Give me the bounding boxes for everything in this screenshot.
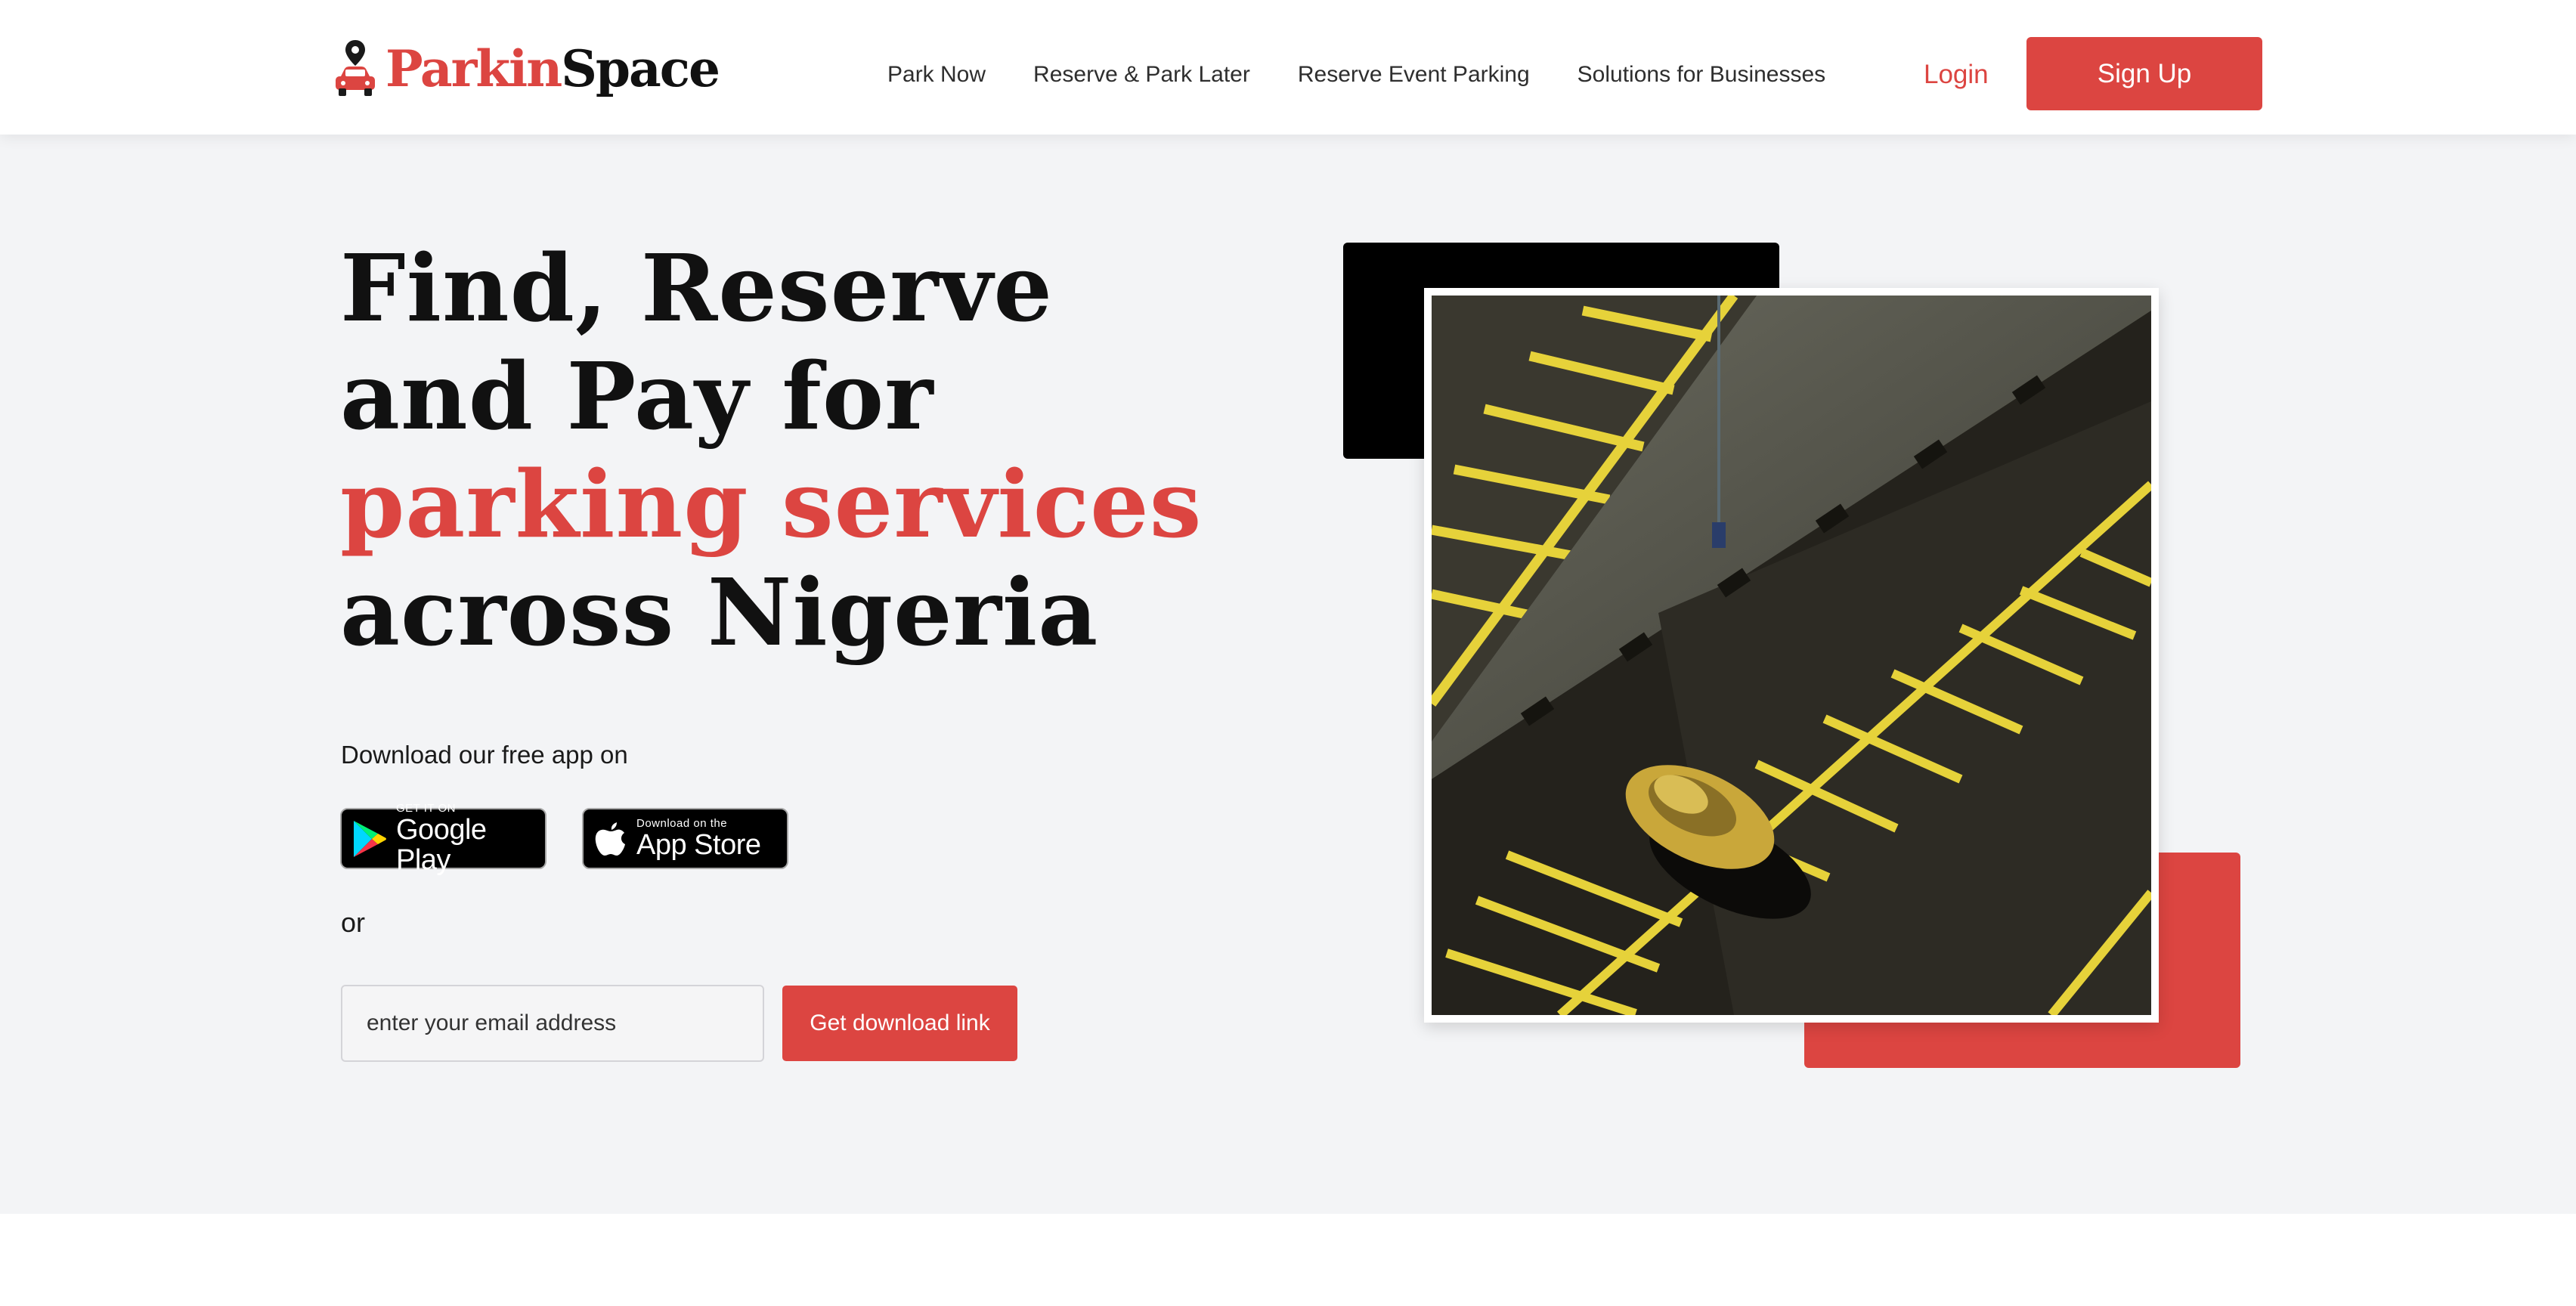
google-play-icon — [352, 819, 387, 859]
app-store-badge[interactable]: Download on the App Store — [582, 808, 788, 869]
brand-name-part1: Parkin — [385, 39, 562, 98]
app-store-text: Download on the App Store — [636, 817, 761, 860]
hero-headline: Find, Reserve and Pay for parking servic… — [340, 234, 1202, 667]
headline-line-1: Find, Reserve — [340, 234, 1054, 342]
login-link[interactable]: Login — [1924, 48, 1989, 101]
parking-lot-photo — [1432, 296, 2151, 1015]
nav-link-reserve-park-later[interactable]: Reserve & Park Later — [1033, 62, 1250, 88]
nav-link-park-now[interactable]: Park Now — [887, 62, 986, 88]
headline-line-3-accent: parking services — [340, 450, 1203, 559]
get-download-link-button[interactable]: Get download link — [782, 986, 1017, 1061]
email-input[interactable] — [341, 985, 764, 1062]
google-play-big: Google Play — [396, 814, 487, 876]
google-play-badge[interactable]: GET IT ON Google Play — [340, 802, 546, 875]
apple-icon — [594, 819, 627, 859]
hero-image-frame — [1424, 288, 2159, 1023]
signup-button[interactable]: Sign Up — [2026, 37, 2262, 110]
app-store-small: Download on the — [636, 817, 728, 830]
google-play-text: GET IT ON Google Play — [396, 802, 545, 875]
headline-line-4: across Nigeria — [340, 558, 1099, 667]
brand-wordmark: ParkinSpace — [385, 44, 720, 94]
or-separator: or — [341, 907, 366, 938]
headline-line-2: and Pay for — [340, 342, 934, 450]
brand-logo[interactable]: ParkinSpace — [333, 33, 720, 104]
main-nav: Park Now Reserve & Park Later Reserve Ev… — [887, 48, 1873, 101]
download-app-text: Download our free app on — [341, 741, 628, 769]
brand-name-part2: Space — [561, 39, 720, 98]
car-pin-icon — [336, 40, 375, 96]
app-store-big: App Store — [636, 829, 761, 861]
nav-link-reserve-event-parking[interactable]: Reserve Event Parking — [1298, 62, 1530, 88]
top-navbar: ParkinSpace Park Now Reserve & Park Late… — [0, 0, 2576, 135]
google-play-small: GET IT ON — [396, 802, 456, 815]
nav-link-solutions-businesses[interactable]: Solutions for Businesses — [1577, 62, 1826, 88]
